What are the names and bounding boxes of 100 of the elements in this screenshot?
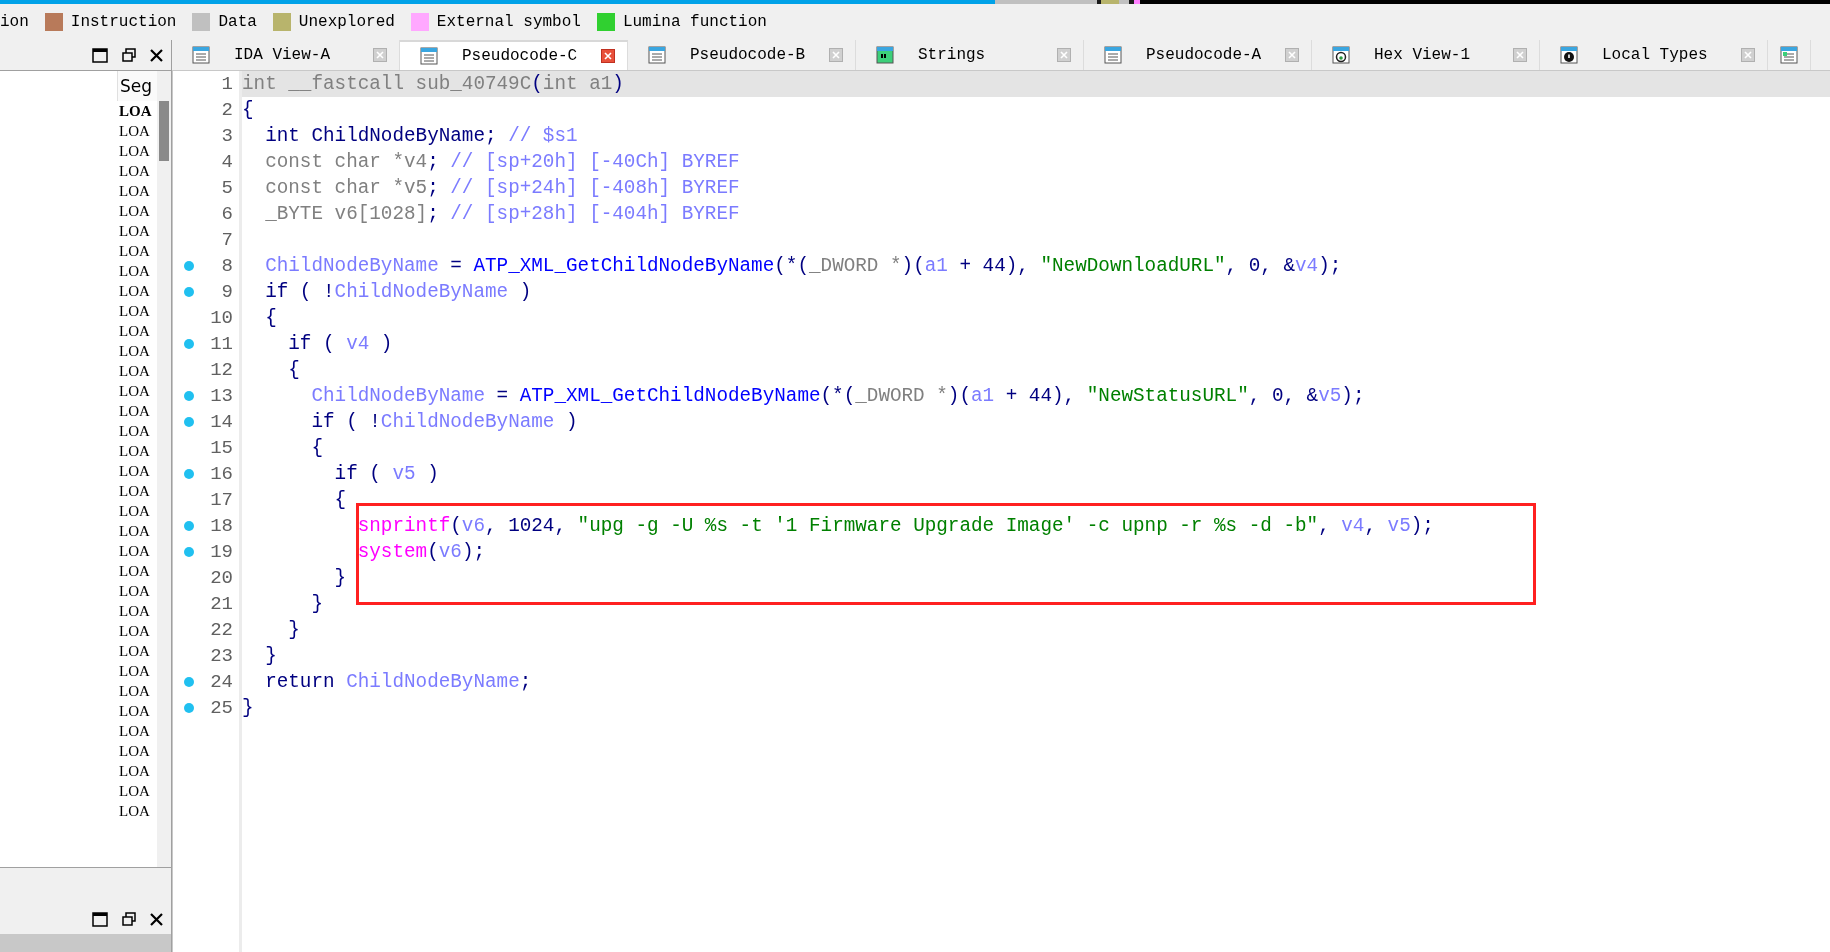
line-number: 21 bbox=[210, 593, 234, 615]
listing-icon bbox=[420, 47, 438, 65]
tab[interactable]: Pseudocode-C bbox=[400, 40, 628, 70]
line-number: 3 bbox=[221, 125, 234, 147]
breakpoint-dot[interactable] bbox=[184, 261, 194, 271]
code-line: if ( !ChildNodeByName ) bbox=[310, 411, 578, 433]
code-line: snprintf(v6, 1024, "upg -g -U %s -t '1 Firmware Upgrade Image' -c upnp -r %s -d -b", v4, v5); bbox=[356, 515, 1434, 537]
close-icon[interactable] bbox=[150, 912, 163, 926]
breakpoint-dot[interactable] bbox=[184, 417, 194, 427]
line-number: 13 bbox=[210, 385, 234, 407]
code-line: { bbox=[287, 359, 300, 381]
line-number: 24 bbox=[210, 671, 234, 693]
line-number: 18 bbox=[210, 515, 234, 537]
segment-cell[interactable]: LOA bbox=[117, 261, 157, 281]
line-number: 25 bbox=[210, 697, 234, 719]
maximize-icon[interactable] bbox=[92, 911, 108, 927]
segment-cell[interactable]: LOA bbox=[117, 661, 157, 681]
breakpoint-dot[interactable] bbox=[184, 339, 194, 349]
line-number: 22 bbox=[210, 619, 234, 641]
code-line: } bbox=[310, 593, 323, 615]
segment-cell[interactable]: LOA bbox=[117, 481, 157, 501]
legend-label: Lumina function bbox=[622, 13, 767, 31]
segment-cell[interactable]: LOA bbox=[117, 361, 157, 381]
segment-cell[interactable]: LOA bbox=[117, 441, 157, 461]
breakpoint-dot[interactable] bbox=[184, 703, 194, 713]
breakpoint-dot[interactable] bbox=[184, 391, 194, 401]
info-icon bbox=[1560, 46, 1578, 64]
code-line: system(v6); bbox=[356, 541, 486, 563]
code-line: int ChildNodeByName; // $s1 bbox=[264, 125, 578, 147]
gauge-icon bbox=[1332, 46, 1350, 64]
close-icon[interactable] bbox=[150, 48, 163, 62]
segment-cell[interactable]: LOA bbox=[117, 101, 157, 121]
code-line: { bbox=[242, 99, 254, 121]
segment-cell[interactable]: LOA bbox=[117, 221, 157, 241]
breakpoint-dot[interactable] bbox=[184, 677, 194, 687]
maximize-icon[interactable] bbox=[92, 47, 108, 63]
code-line: _BYTE v6[1028]; // [sp+28h] [-404h] BYREF bbox=[264, 203, 740, 225]
scrollbar[interactable] bbox=[0, 934, 171, 952]
segment-cell[interactable]: LOA bbox=[117, 561, 157, 581]
breakpoint-dot[interactable] bbox=[184, 547, 194, 557]
column-header[interactable]: Seg bbox=[117, 71, 157, 101]
legend-label: ion bbox=[0, 13, 29, 31]
segment-cell[interactable]: LOA bbox=[117, 301, 157, 321]
segment-cell[interactable]: LOA bbox=[117, 801, 157, 821]
code-line: { bbox=[310, 437, 323, 459]
scrollbar[interactable] bbox=[157, 71, 171, 867]
segment-cell[interactable]: LOA bbox=[117, 621, 157, 641]
segment-cell[interactable]: LOA bbox=[117, 761, 157, 781]
listing-icon bbox=[1104, 46, 1122, 64]
code-line: } bbox=[264, 645, 277, 667]
code-line: ChildNodeByName = ATP_XML_GetChildNodeByName(*(_DWORD *)(a1 + 44), "NewDownloadURL", 0, &v4); bbox=[264, 255, 1342, 277]
segment-cell[interactable]: LOA bbox=[117, 121, 157, 141]
segment-cell[interactable]: LOA bbox=[117, 541, 157, 561]
code-line: int __fastcall sub_40749C(int a1) bbox=[242, 73, 624, 95]
restore-icon[interactable] bbox=[122, 912, 136, 926]
code-line: } bbox=[242, 697, 254, 719]
segment-cell[interactable]: LOA bbox=[117, 421, 157, 441]
segment-cell[interactable]: LOA bbox=[117, 161, 157, 181]
legend-label: Instruction bbox=[70, 13, 177, 31]
navigation-band-drawing[interactable] bbox=[0, 0, 1830, 4]
breakpoint-dot[interactable] bbox=[184, 521, 194, 531]
segment-cell[interactable]: LOA bbox=[117, 281, 157, 301]
line-number: 16 bbox=[210, 463, 234, 485]
segment-cell[interactable]: LOA bbox=[117, 381, 157, 401]
line-number: 15 bbox=[210, 437, 234, 459]
breakpoint-dot[interactable] bbox=[184, 287, 194, 297]
segment-cell[interactable]: LOA bbox=[117, 461, 157, 481]
line-number: 8 bbox=[221, 255, 234, 277]
segment-cell[interactable]: LOA bbox=[117, 341, 157, 361]
segment-cell[interactable]: LOA bbox=[117, 601, 157, 621]
line-number: 5 bbox=[221, 177, 234, 199]
segment-cell[interactable]: LOA bbox=[117, 701, 157, 721]
segment-cell[interactable]: LOA bbox=[117, 401, 157, 421]
segment-cell[interactable]: LOA bbox=[117, 241, 157, 261]
segment-cell[interactable]: LOA bbox=[117, 641, 157, 661]
restore-icon[interactable] bbox=[122, 48, 136, 62]
line-number: 7 bbox=[221, 229, 234, 251]
line-number: 4 bbox=[221, 151, 234, 173]
line-number: 6 bbox=[221, 203, 234, 225]
code-line: if ( v4 ) bbox=[287, 333, 393, 355]
segment-cell[interactable]: LOA bbox=[117, 321, 157, 341]
line-number: 12 bbox=[210, 359, 234, 381]
segment-cell[interactable]: LOA bbox=[117, 781, 157, 801]
legend-label: External symbol bbox=[436, 13, 581, 31]
segment-cell[interactable]: LOA bbox=[117, 721, 157, 741]
quote-icon bbox=[876, 46, 894, 64]
segment-cell[interactable]: LOA bbox=[117, 141, 157, 161]
code-line: const char *v4; // [sp+20h] [-40Ch] BYREF bbox=[264, 151, 740, 173]
segment-cell[interactable]: LOA bbox=[117, 741, 157, 761]
segment-cell[interactable]: LOA bbox=[117, 501, 157, 521]
code-line: return ChildNodeByName; bbox=[264, 671, 532, 693]
segment-cell[interactable]: LOA bbox=[117, 201, 157, 221]
segment-cell[interactable]: LOA bbox=[117, 681, 157, 701]
code-line: const char *v5; // [sp+24h] [-408h] BYREF bbox=[264, 177, 740, 199]
segment-cell[interactable]: LOA bbox=[117, 581, 157, 601]
legend-label: Data bbox=[218, 13, 257, 31]
segment-cell[interactable]: LOA bbox=[117, 521, 157, 541]
breakpoint-dot[interactable] bbox=[184, 469, 194, 479]
segment-cell[interactable]: LOA bbox=[117, 181, 157, 201]
line-number: 9 bbox=[221, 281, 234, 303]
